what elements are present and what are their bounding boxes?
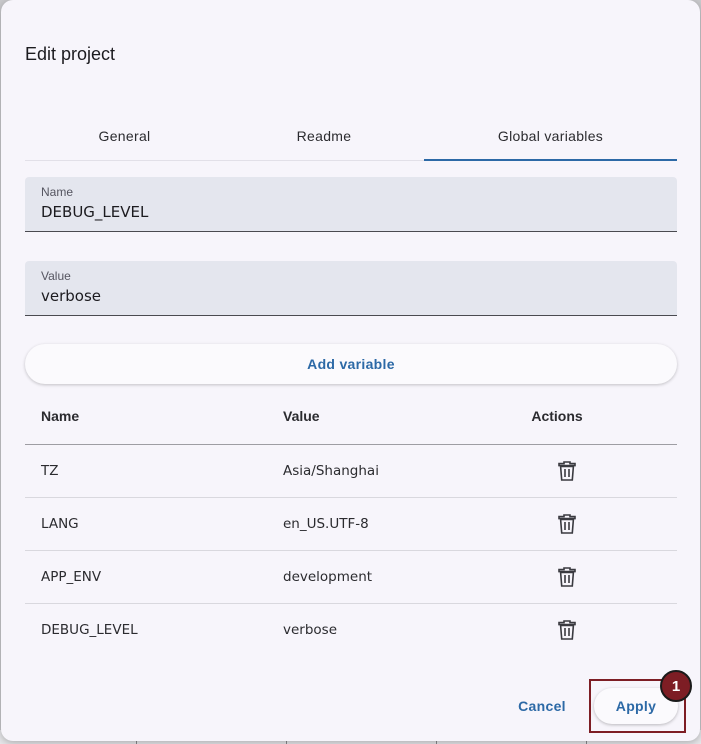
delete-button[interactable]	[555, 565, 579, 589]
dialog-title: Edit project	[25, 44, 116, 64]
row-name: LANG	[41, 516, 79, 532]
header-actions: Actions	[531, 408, 583, 424]
add-variable-button[interactable]: Add variable	[25, 344, 677, 384]
trash-icon	[558, 567, 576, 587]
table-row: APP_ENV development	[25, 551, 677, 604]
delete-button[interactable]	[555, 512, 579, 536]
row-actions	[532, 445, 582, 497]
delete-button[interactable]	[555, 459, 579, 483]
row-name: DEBUG_LEVEL	[41, 622, 138, 638]
trash-icon	[558, 620, 576, 640]
table-row: TZ Asia/Shanghai	[25, 445, 677, 498]
header-name: Name	[41, 408, 80, 424]
name-field-label: Name	[41, 185, 74, 199]
value-field[interactable]: Value	[25, 261, 677, 316]
row-actions	[532, 498, 582, 550]
header-value: Value	[283, 408, 320, 424]
row-name: TZ	[41, 463, 59, 479]
name-input[interactable]	[41, 203, 641, 221]
cancel-button[interactable]: Cancel	[506, 688, 578, 724]
value-input[interactable]	[41, 287, 641, 305]
table-header-row: Name Value Actions	[25, 388, 677, 445]
variables-table: Name Value Actions TZ Asia/Shanghai LANG…	[25, 388, 677, 656]
row-value: verbose	[283, 622, 338, 638]
tab-global-variables[interactable]: Global variables	[424, 112, 677, 161]
row-value: en_US.UTF-8	[283, 516, 369, 532]
row-value: development	[283, 569, 373, 585]
delete-button[interactable]	[555, 618, 579, 642]
name-field[interactable]: Name	[25, 177, 677, 232]
row-actions	[532, 604, 582, 656]
row-value: Asia/Shanghai	[283, 463, 379, 479]
annotation-step-badge: 1	[660, 670, 692, 702]
trash-icon	[558, 514, 576, 534]
table-row: DEBUG_LEVEL verbose	[25, 604, 677, 656]
trash-icon	[558, 461, 576, 481]
row-actions	[532, 551, 582, 603]
edit-project-dialog: Edit project General Readme Global varia…	[1, 0, 700, 741]
tab-general[interactable]: General	[25, 112, 224, 160]
value-field-label: Value	[41, 269, 71, 283]
row-name: APP_ENV	[41, 569, 102, 585]
tab-bar: General Readme Global variables	[25, 112, 677, 161]
tab-readme[interactable]: Readme	[224, 112, 424, 160]
table-row: LANG en_US.UTF-8	[25, 498, 677, 551]
